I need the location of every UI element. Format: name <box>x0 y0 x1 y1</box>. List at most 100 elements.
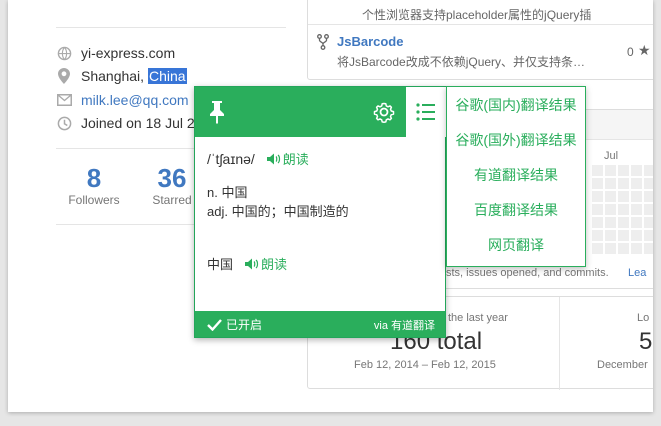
contribution-day[interactable] <box>592 230 603 241</box>
month-label: Jul <box>604 150 619 162</box>
longest-streak-value: 5 <box>639 328 653 355</box>
word-row: 中国 朗读 <box>207 254 287 273</box>
contribution-day[interactable] <box>644 191 653 202</box>
contribution-day[interactable] <box>618 178 629 189</box>
phonetic-text: /ˈtʃaɪnə/ <box>207 150 255 167</box>
profile-joined: Joined on 18 Jul 2 <box>56 113 195 133</box>
profile-email[interactable]: milk.lee@qq.com <box>56 90 189 110</box>
list-icon <box>416 102 436 125</box>
contribution-day[interactable] <box>605 204 616 215</box>
menu-toggle-button[interactable] <box>406 87 446 137</box>
speak-button[interactable]: 朗读 <box>266 149 309 168</box>
joined-text: Joined on 18 Jul 2 <box>81 115 195 131</box>
repo-link-jsbarcode[interactable]: JsBarcode <box>337 34 403 49</box>
menu-item[interactable]: 谷歌(国内)翻译结果 <box>447 87 585 122</box>
contribution-day[interactable] <box>618 165 629 176</box>
speak-button[interactable]: 朗读 <box>245 254 287 273</box>
selected-text: China <box>147 68 187 84</box>
translation-source-menu: 谷歌(国内)翻译结果 谷歌(国外)翻译结果 有道翻译结果 百度翻译结果 网页翻译 <box>446 86 586 267</box>
menu-item[interactable]: 谷歌(国外)翻译结果 <box>447 122 585 157</box>
contribution-day[interactable] <box>644 230 653 241</box>
followers-count[interactable]: 8 <box>66 163 122 193</box>
menu-item[interactable]: 有道翻译结果 <box>447 157 585 192</box>
mail-icon <box>56 92 72 108</box>
speaker-icon <box>266 153 280 164</box>
repo-fork-icon <box>317 34 329 53</box>
contribution-day[interactable] <box>618 217 629 228</box>
starred-count[interactable]: 36 <box>144 163 200 193</box>
website-text[interactable]: yi-express.com <box>81 45 175 61</box>
gear-icon[interactable] <box>373 101 395 126</box>
globe-icon <box>56 45 72 61</box>
repo-list: 个性浏览器支持placeholder属性的jQuery插 JsBarcode 将… <box>307 0 653 80</box>
definitions: n. 中国 adj. 中国的；中国制造的 <box>207 183 349 221</box>
speak-label[interactable]: 朗读 <box>261 254 287 273</box>
contribution-day[interactable] <box>644 178 653 189</box>
divider <box>308 24 653 25</box>
contribution-day[interactable] <box>605 165 616 176</box>
contribution-day[interactable] <box>644 243 653 254</box>
contribution-day[interactable] <box>644 165 653 176</box>
learn-more-link[interactable]: Lea <box>628 267 646 279</box>
contribution-day[interactable] <box>592 178 603 189</box>
contribution-day[interactable] <box>644 217 653 228</box>
contribution-day[interactable] <box>631 178 642 189</box>
enabled-label[interactable]: 已开启 <box>226 316 262 333</box>
contribution-day[interactable] <box>605 191 616 202</box>
menu-item[interactable]: 网页翻译 <box>447 227 585 262</box>
pin-icon[interactable] <box>207 100 227 127</box>
contribution-day[interactable] <box>631 204 642 215</box>
followers-stat[interactable]: 8 Followers <box>66 163 122 207</box>
contribution-day[interactable] <box>631 243 642 254</box>
contribution-day[interactable] <box>631 230 642 241</box>
contribution-day[interactable] <box>605 178 616 189</box>
menu-item[interactable]: 百度翻译结果 <box>447 192 585 227</box>
translation-popup: /ˈtʃaɪnə/ 朗读 n. 中国 adj. 中国的；中国制造的 中国 朗读 … <box>194 86 446 338</box>
speaker-icon <box>245 258 259 269</box>
contribution-day[interactable] <box>605 217 616 228</box>
popup-footer: 已开启 via 有道翻译 <box>195 311 445 337</box>
definition-item: n. 中国 <box>207 185 248 200</box>
longest-streak-label: Lo <box>637 312 650 324</box>
contribution-range: Feb 12, 2014 – Feb 12, 2015 <box>354 359 496 371</box>
contribution-day[interactable] <box>592 204 603 215</box>
contribution-day[interactable] <box>631 217 642 228</box>
contribution-day[interactable] <box>592 165 603 176</box>
profile-website[interactable]: yi-express.com <box>56 43 175 63</box>
browser-viewport: yi-express.com Shanghai, China milk.lee@… <box>8 0 653 412</box>
starred-stat[interactable]: 36 Starred <box>144 163 200 207</box>
contribution-day[interactable] <box>644 204 653 215</box>
repo-description: 个性浏览器支持placeholder属性的jQuery插 <box>362 8 592 22</box>
contribution-day[interactable] <box>605 243 616 254</box>
profile-location: Shanghai, China <box>56 66 187 86</box>
source-word: 中国 <box>207 257 234 272</box>
contribution-day[interactable] <box>605 230 616 241</box>
longest-streak-range: December <box>597 359 648 371</box>
contribution-day[interactable] <box>618 243 629 254</box>
contribution-day[interactable] <box>618 230 629 241</box>
popup-header <box>195 87 446 137</box>
starred-label: Starred <box>152 193 192 207</box>
divider <box>559 297 560 390</box>
legend-text: sts, issues opened, and commits. <box>446 267 609 279</box>
email-link[interactable]: milk.lee@qq.com <box>81 92 189 108</box>
via-label: via 有道翻译 <box>373 320 435 332</box>
definition-item: adj. 中国的；中国制造的 <box>207 204 349 219</box>
checkmark-icon <box>207 319 222 331</box>
last-year-label: the last year <box>448 312 508 324</box>
contribution-day[interactable] <box>618 191 629 202</box>
speak-label[interactable]: 朗读 <box>283 149 309 168</box>
contribution-day[interactable] <box>592 243 603 254</box>
repo-description: 将JsBarcode改成不依赖jQuery、并仅支持条… <box>337 55 586 69</box>
phonetic-row: /ˈtʃaɪnə/ 朗读 <box>207 149 309 168</box>
contribution-day[interactable] <box>631 165 642 176</box>
location-pin-icon <box>56 68 72 84</box>
contribution-day[interactable] <box>592 217 603 228</box>
followers-label: Followers <box>68 193 120 207</box>
contribution-day[interactable] <box>631 191 642 202</box>
location-text: Shanghai, <box>81 68 148 84</box>
contribution-day[interactable] <box>618 204 629 215</box>
contribution-day[interactable] <box>592 191 603 202</box>
star-icon: ★ <box>638 42 651 58</box>
enabled-toggle[interactable]: 已开启 <box>207 316 262 333</box>
